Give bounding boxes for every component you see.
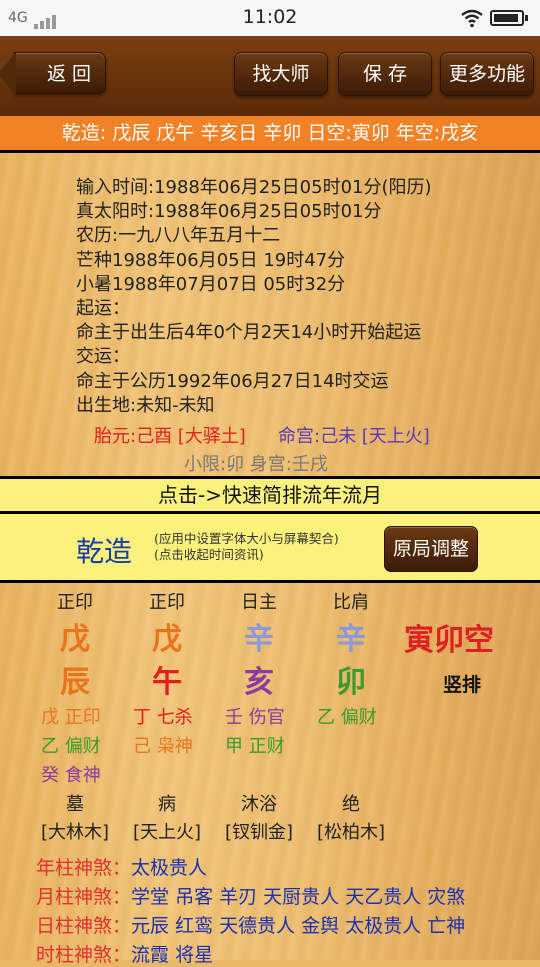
chart-title: 乾造 — [76, 535, 133, 568]
hidden-stem: 乙 偏财 — [317, 707, 377, 728]
shensha-key: 日柱神煞 — [36, 915, 113, 937]
nayin: [钗钏金] — [224, 822, 294, 843]
info-line: 农历:一九八八年五月十二 — [76, 225, 281, 247]
shensha-key: 年柱神煞 — [36, 857, 113, 879]
top-toolbar: 返 回 找大师 保 存 更多功能 — [0, 36, 540, 116]
hidden-stem: 乙 偏财 — [41, 736, 101, 757]
shensha-row: 月柱神煞：学堂 吊客 羊刃 天厨贵人 天乙贵人 灾煞 — [36, 886, 466, 908]
chart-note[interactable]: (应用中设置字体大小与屏幕契合) (点击收起时间资讯) — [154, 531, 339, 563]
growth-stage: 绝 — [342, 794, 360, 815]
pillar-header: 比肩 — [333, 592, 369, 613]
info-line: 真太阳时:1988年06月25日05时01分 — [76, 201, 382, 223]
heavenly-stem: 戊 — [60, 622, 90, 657]
info-line: 交运： — [76, 346, 130, 368]
shensha-value: 流霞 将星 — [131, 944, 214, 966]
heavenly-stem: 戊 — [152, 622, 182, 657]
info-line: 命主于出生后4年0个月2天14小时开始起运 — [76, 322, 422, 344]
hidden-stem: 戊 正印 — [41, 707, 101, 728]
divider — [0, 150, 540, 153]
shensha-value: 学堂 吊客 羊刃 天厨贵人 天乙贵人 灾煞 — [131, 886, 466, 908]
earthly-branch: 卯 — [336, 665, 366, 700]
earthly-branch: 午 — [152, 665, 182, 700]
hidden-stem: 丁 七杀 — [133, 707, 193, 728]
hidden-stem: 甲 正财 — [225, 736, 285, 757]
battery-icon — [490, 10, 528, 26]
nayin: [天上火] — [132, 822, 202, 843]
pillar-header: 正印 — [149, 592, 185, 613]
chart-note-line: (点击收起时间资讯) — [154, 547, 264, 562]
nayin: [大林木] — [40, 822, 110, 843]
more-functions-button[interactable]: 更多功能 — [440, 52, 534, 96]
shensha-key: 月柱神煞 — [36, 886, 113, 908]
hidden-stem: 壬 伤官 — [225, 707, 285, 728]
back-button[interactable]: 返 回 — [0, 52, 106, 96]
info-line: 小暑1988年07月07日 05时32分 — [76, 273, 346, 295]
shensha-key: 时柱神煞 — [36, 944, 113, 966]
quick-liunian-link[interactable]: 点击->快速简排流年流月 — [0, 479, 540, 511]
growth-stage: 墓 — [66, 794, 84, 815]
nayin: [松柏木] — [316, 822, 386, 843]
info-line: 芒种1988年06月05日 19时47分 — [76, 249, 346, 271]
shensha-row: 年柱神煞：太极贵人 — [36, 857, 208, 879]
shensha-row: 日柱神煞：元辰 红鸾 天德贵人 金舆 太极贵人 亡神 — [36, 915, 466, 937]
shensha-row: 时柱神煞：流霞 将星 — [36, 944, 214, 966]
kong-label: 寅卯空 — [404, 623, 494, 658]
info-line: 输入时间:1988年06月25日05时01分(阳历) — [76, 177, 432, 198]
vertical-layout-button[interactable]: 竖排 — [443, 670, 481, 697]
save-button[interactable]: 保 存 — [338, 52, 432, 96]
adjust-chart-button[interactable]: 原局调整 — [384, 526, 478, 572]
status-bar: 4G 11:02 — [0, 0, 540, 36]
heavenly-stem: 辛 — [244, 622, 274, 657]
hidden-stem: 癸 食神 — [41, 765, 101, 786]
find-master-button[interactable]: 找大师 — [234, 52, 328, 96]
shensha-value: 太极贵人 — [131, 857, 208, 879]
info-line: 命主于公历1992年06月27日14时交运 — [76, 370, 389, 392]
earthly-branch: 辰 — [60, 665, 90, 700]
summary-bar: 乾造: 戊辰 戊午 辛亥日 辛卯 日空:寅卯 年空:戌亥 — [0, 116, 540, 150]
minggong-label: 命宫:己未 [天上火] — [278, 426, 430, 447]
clock: 11:02 — [242, 6, 298, 28]
shensha-value: 元辰 红鸾 天德贵人 金舆 太极贵人 亡神 — [131, 915, 466, 937]
time-info[interactable]: 输入时间:1988年06月25日05时01分(阳历) 真太阳时:1988年06月… — [76, 176, 432, 418]
heavenly-stem: 辛 — [336, 622, 366, 657]
wifi-icon — [461, 9, 483, 28]
xiaoxian-label: 小限:卯 身宫:壬戌 — [184, 454, 328, 475]
growth-stage: 沐浴 — [241, 794, 277, 815]
info-line: 出生地:未知-未知 — [76, 394, 215, 416]
divider — [0, 580, 540, 583]
chart-note-line: (应用中设置字体大小与屏幕契合) — [154, 531, 339, 546]
pillar-header: 日主 — [241, 592, 277, 613]
hidden-stem: 己 枭神 — [133, 736, 193, 757]
info-line: 起运： — [76, 298, 130, 320]
earthly-branch: 亥 — [244, 665, 274, 700]
taiyuan-label: 胎元:己酉 [大驿土] — [94, 426, 246, 447]
growth-stage: 病 — [158, 794, 176, 815]
pillar-header: 正印 — [57, 592, 93, 613]
